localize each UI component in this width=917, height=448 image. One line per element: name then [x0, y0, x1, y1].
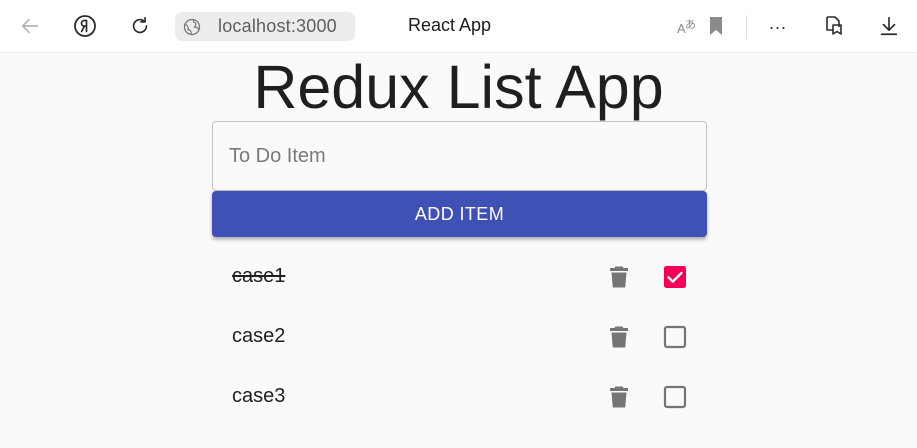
delete-icon[interactable]: [606, 324, 632, 350]
collections-icon[interactable]: [820, 13, 846, 39]
back-icon[interactable]: [17, 13, 43, 39]
list-item: case3: [212, 367, 707, 427]
item-text: case2: [232, 325, 286, 347]
translate-icon[interactable]: Aあ: [674, 13, 700, 39]
svg-text:あ: あ: [685, 18, 696, 31]
yandex-icon[interactable]: [72, 13, 98, 39]
address-bar[interactable]: localhost:3000: [175, 12, 355, 41]
delete-icon[interactable]: [606, 384, 632, 410]
list-item: case2: [212, 307, 707, 367]
toolbar-divider: [746, 15, 747, 39]
checked-checkbox-icon[interactable]: [663, 265, 687, 289]
globe-icon: [180, 15, 203, 38]
add-item-button[interactable]: ADD ITEM: [212, 191, 707, 237]
app-title: Redux List App: [253, 53, 664, 121]
browser-toolbar: localhost:3000 React App Aあ ...: [0, 0, 917, 53]
item-text: case3: [232, 385, 286, 407]
list-item: case1: [212, 247, 707, 307]
bookmark-icon[interactable]: [703, 13, 729, 39]
todo-input[interactable]: [229, 122, 689, 190]
url-text: localhost:3000: [218, 16, 337, 36]
more-icon[interactable]: ...: [769, 13, 787, 34]
item-text: case1: [232, 265, 286, 287]
download-icon[interactable]: [876, 13, 902, 39]
unchecked-checkbox-icon[interactable]: [663, 385, 687, 409]
todo-list: case1 case2 case3: [212, 247, 707, 427]
unchecked-checkbox-icon[interactable]: [663, 325, 687, 349]
page-title: React App: [408, 15, 492, 35]
reload-icon[interactable]: [127, 13, 153, 39]
todo-input-field[interactable]: [212, 121, 707, 191]
delete-icon[interactable]: [606, 264, 632, 290]
